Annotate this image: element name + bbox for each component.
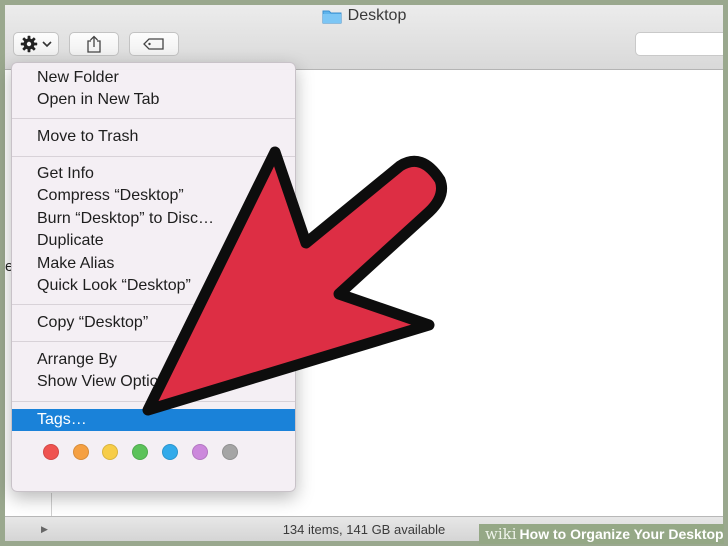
arrow-shape: [142, 146, 448, 416]
watermark-wiki: wiki: [485, 525, 517, 543]
red-arrow-annotation: [142, 146, 448, 416]
watermark-title: How to Organize Your Desktop: [519, 526, 724, 542]
wikihow-watermark: wiki How to Organize Your Desktop: [479, 524, 724, 544]
